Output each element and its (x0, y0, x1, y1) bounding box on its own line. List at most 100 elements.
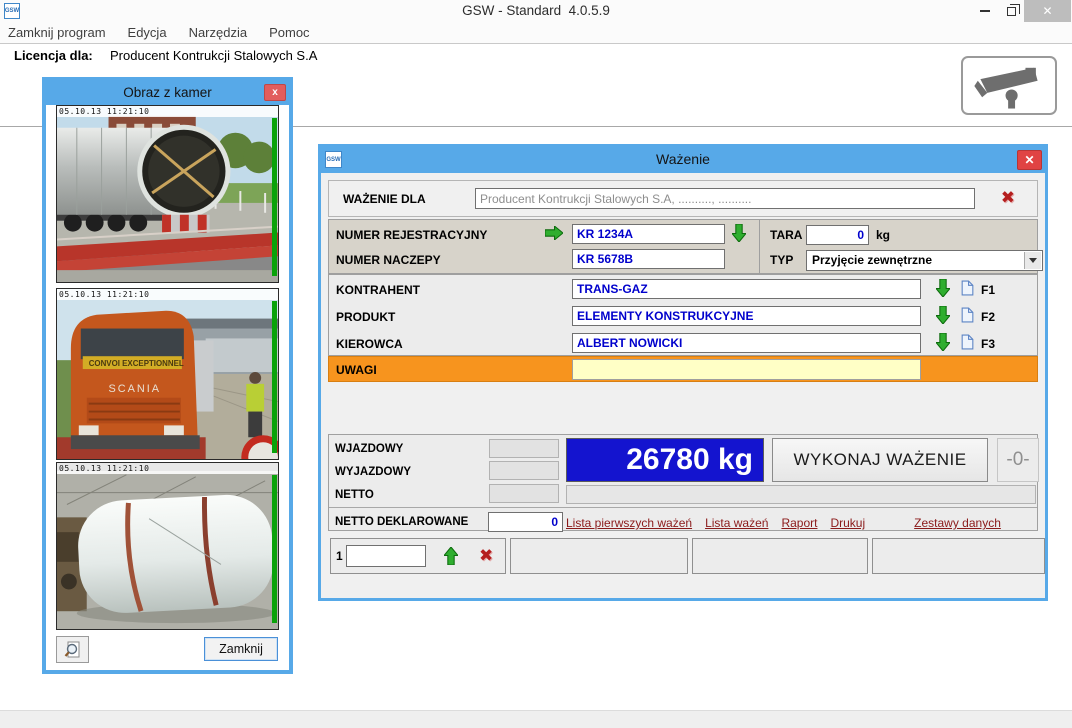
restore-icon (1007, 7, 1016, 16)
dialog-body: WAŻENIE DLA ✖ NUMER REJESTRACYJNY NUMER … (321, 173, 1045, 598)
truck-banner-text: CONVOI EXCEPTIONNEL (89, 359, 184, 368)
wjazdowy-field (489, 439, 559, 458)
uwagi-label: UWAGI (336, 363, 377, 377)
chevron-down-icon (1029, 258, 1037, 263)
link-lista-wazen[interactable]: Lista ważeń (705, 516, 768, 530)
camera-feed-1[interactable]: 05.10.13 11:21:10 (56, 105, 279, 283)
arrow-up-icon[interactable] (444, 547, 458, 570)
numer-rejestracyjny-label: NUMER REJESTRACYJNY (336, 228, 487, 242)
wyjazdowy-label: WYJAZDOWY (335, 466, 411, 478)
dialog-close-button[interactable]: ✕ (1017, 150, 1042, 170)
typ-dropdown-button[interactable] (1024, 252, 1041, 269)
menu-zamknij-program[interactable]: Zamknij program (0, 22, 117, 44)
camera-2-timestamp: 05.10.13 11:21:10 (57, 289, 278, 300)
numer-rejestracyjny-input[interactable] (572, 224, 725, 244)
arrow-right-icon (545, 226, 563, 245)
kontrahent-input[interactable] (572, 279, 921, 299)
kontrahent-fkey-label: F1 (981, 283, 995, 297)
camera-feed-2[interactable]: CONVOI EXCEPTIONNEL SCANIA 05.10.13 11:2… (56, 288, 279, 460)
produkt-input[interactable] (572, 306, 921, 326)
menu-narzedzia[interactable]: Narzędzia (178, 22, 259, 44)
tara-unit-label: kg (876, 228, 890, 242)
camera-window-titlebar[interactable]: Obraz z kamer x (46, 81, 289, 105)
cctv-camera-button[interactable] (961, 56, 1057, 115)
netto-field (489, 484, 559, 503)
empty-panel-1 (510, 538, 688, 574)
camera-2-signal-bar (272, 301, 277, 453)
camera-feed-2-image: CONVOI EXCEPTIONNEL SCANIA (57, 289, 278, 459)
camera-feed-3-image (57, 463, 278, 629)
camera-feed-3[interactable]: 05.10.13 11:21:10 (56, 462, 279, 630)
netto-deklarowane-band: NETTO DEKLAROWANE Lista pierwszych ważeń… (329, 507, 1037, 530)
camera-feed-1-image (57, 106, 278, 282)
row-input[interactable] (346, 545, 426, 567)
close-button[interactable]: ✕ (1024, 0, 1071, 22)
netto-deklarowane-input[interactable] (488, 512, 563, 532)
kierowca-dropdown-arrow-icon[interactable] (936, 333, 950, 356)
weights-section: WJAZDOWY WYJAZDOWY NETTO 26780 kg WYKONA… (328, 434, 1038, 531)
produkt-dropdown-arrow-icon[interactable] (936, 306, 950, 329)
application-window: GSW GSW - Standard 4.0.5.9 ✕ Zamknij pro… (0, 0, 1072, 728)
weight-display: 26780 kg (566, 438, 764, 482)
uwagi-input[interactable] (572, 359, 921, 380)
camera-1-signal-bar (272, 118, 277, 276)
weighing-dialog: GSW Ważenie ✕ WAŻENIE DLA ✖ NUMER REJEST… (318, 144, 1048, 601)
contractor-section: KONTRAHENT F1 PRODUKT F2 KIEROWCA F3 (328, 274, 1038, 356)
minimize-icon (980, 10, 990, 12)
cctv-camera-icon (970, 63, 1048, 109)
wazenie-dla-input[interactable] (475, 188, 975, 209)
link-zestawy-danych[interactable]: Zestawy danych (914, 516, 1001, 530)
uwagi-row: UWAGI (328, 356, 1038, 382)
kontrahent-dropdown-arrow-icon[interactable] (936, 279, 950, 302)
wjazdowy-label: WJAZDOWY (335, 443, 403, 455)
camera-zoom-button[interactable] (56, 636, 89, 663)
netto-deklarowane-label: NETTO DEKLAROWANE (335, 516, 468, 528)
zoom-document-icon (63, 640, 83, 660)
registration-section: NUMER REJESTRACYJNY NUMER NACZEPY TARA k… (328, 219, 1038, 274)
kierowca-input[interactable] (572, 333, 921, 353)
menu-pomoc[interactable]: Pomoc (258, 22, 320, 44)
window-title: GSW - Standard 4.0.5.9 (0, 0, 1072, 22)
typ-selected-value: Przyjęcie zewnętrzne (812, 253, 932, 267)
camera-close-icon: x (272, 87, 278, 98)
rejestracyjny-dropdown-arrow-icon[interactable] (732, 224, 746, 247)
tara-input[interactable] (806, 225, 869, 245)
kontrahent-document-icon[interactable] (961, 280, 974, 301)
status-bar (0, 710, 1072, 728)
zero-button[interactable]: -0- (997, 438, 1039, 482)
netto-label: NETTO (335, 489, 374, 501)
camera-window-title: Obraz z kamer (46, 81, 289, 105)
delete-row-icon[interactable]: ✖ (479, 546, 493, 566)
link-drukuj[interactable]: Drukuj (830, 516, 865, 530)
restore-button[interactable] (998, 0, 1024, 22)
clear-wazenie-dla-icon[interactable]: ✖ (1001, 188, 1015, 208)
menubar: Zamknij program Edycja Narzędzia Pomoc (0, 22, 1072, 44)
produkt-label: PRODUKT (336, 310, 395, 324)
links-row: Lista pierwszych ważeń Lista ważeń Raport D… (566, 516, 1014, 530)
truck-brand-text: SCANIA (109, 383, 161, 395)
typ-label: TYP (770, 253, 793, 267)
camera-1-timestamp: 05.10.13 11:21:10 (57, 106, 278, 117)
camera-window: Obraz z kamer x (42, 77, 293, 674)
kierowca-document-icon[interactable] (961, 334, 974, 355)
camera-3-timestamp: 05.10.13 11:21:10 (57, 463, 278, 474)
dialog-title: Ważenie (321, 147, 1045, 173)
produkt-document-icon[interactable] (961, 307, 974, 328)
camera-zamknij-button[interactable]: Zamknij (204, 637, 278, 661)
wyjazdowy-field (489, 461, 559, 480)
link-raport[interactable]: Raport (781, 516, 817, 530)
typ-dropdown[interactable]: Przyjęcie zewnętrzne (806, 250, 1043, 271)
link-lista-pierwszych-wazen[interactable]: Lista pierwszych ważeń (566, 516, 692, 530)
camera-3-signal-bar (272, 475, 277, 623)
dialog-titlebar[interactable]: GSW Ważenie ✕ (321, 147, 1045, 173)
numer-naczepy-input[interactable] (572, 249, 725, 269)
dialog-close-icon: ✕ (1024, 153, 1034, 167)
kontrahent-label: KONTRAHENT (336, 283, 420, 297)
wykonaj-wazenie-button[interactable]: WYKONAJ WAŻENIE (772, 438, 988, 482)
main-titlebar: GSW GSW - Standard 4.0.5.9 ✕ (0, 0, 1072, 22)
minimize-button[interactable] (972, 0, 998, 22)
menu-edycja[interactable]: Edycja (117, 22, 178, 44)
numer-naczepy-label: NUMER NACZEPY (336, 253, 441, 267)
camera-window-close-button[interactable]: x (264, 84, 286, 101)
camera-window-body: 05.10.13 11:21:10 (46, 105, 289, 670)
